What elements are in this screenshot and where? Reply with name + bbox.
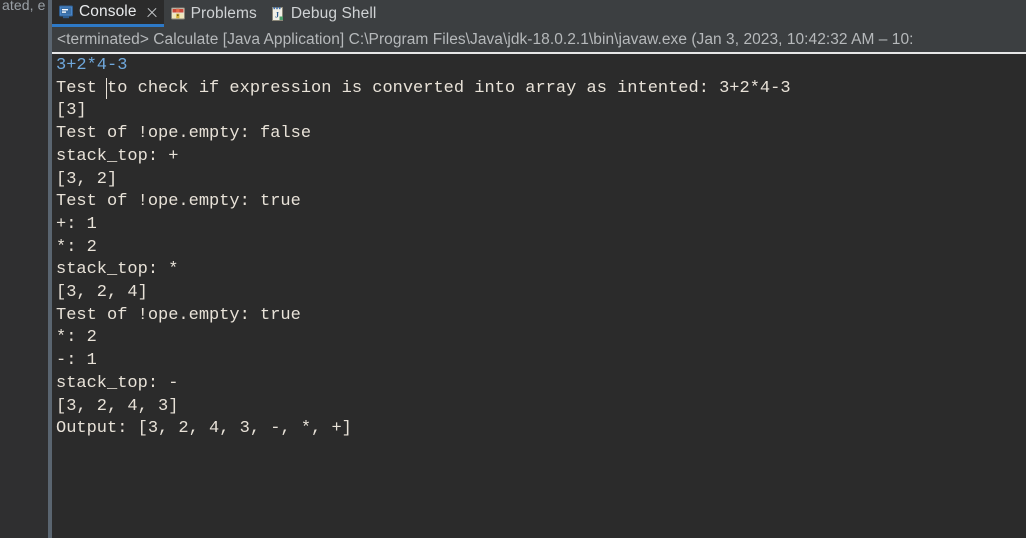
tab-problems[interactable]: Problems (164, 0, 264, 27)
view-tab-bar: Console Problems J Debug Shell (52, 0, 1026, 27)
console-output-area[interactable]: 3+2*4-3 Test to check if expression is co… (52, 54, 1026, 538)
svg-text:J: J (275, 10, 279, 19)
console-output-line: -: 1 (56, 351, 97, 371)
tab-console-label: Console (79, 3, 137, 20)
console-output-line: [3, 2] (56, 169, 118, 189)
editor-left-strip: ated, e (0, 0, 48, 538)
console-output-line: stack_top: * (56, 260, 179, 280)
console-output-line: stack_top: + (56, 146, 179, 166)
tab-problems-label: Problems (190, 4, 257, 22)
console-output-line: stack_top: - (56, 373, 179, 393)
console-output-line: [3, 2, 4] (56, 283, 148, 303)
close-icon[interactable] (146, 7, 157, 18)
editor-partial-text: ated, e (2, 0, 46, 13)
tab-debug-shell[interactable]: J Debug Shell (264, 0, 384, 27)
console-output-line: Test of !ope.empty: true (56, 192, 301, 212)
console-monitor-icon (58, 4, 74, 20)
console-output-line: 3+2*4-3 (56, 56, 128, 75)
console-output-line: *: 2 (56, 237, 97, 257)
console-output-line: [3, 2, 4, 3] (56, 396, 179, 416)
process-header: <terminated> Calculate [Java Application… (52, 27, 1026, 52)
console-output-line: *: 2 (56, 328, 97, 348)
console-view-panel: Console Problems J Debug Shell <terminat… (52, 0, 1026, 538)
debug-shell-icon: J (270, 6, 286, 22)
console-output-line: [3] (56, 101, 87, 121)
console-output-line: Output: [3, 2, 4, 3, -, *, +] (56, 419, 352, 439)
console-output-line: +: 1 (56, 214, 97, 234)
console-output-line: Test of !ope.empty: false (56, 124, 312, 144)
text-caret (106, 78, 107, 99)
tab-debug-shell-label: Debug Shell (290, 4, 377, 22)
console-output-line: Test to check if expression is converted… (56, 78, 791, 98)
process-header-text: <terminated> Calculate [Java Application… (57, 31, 914, 48)
tab-console[interactable]: Console (52, 0, 164, 27)
console-output-line: Test of !ope.empty: true (56, 305, 301, 325)
problems-warning-icon (170, 6, 186, 22)
